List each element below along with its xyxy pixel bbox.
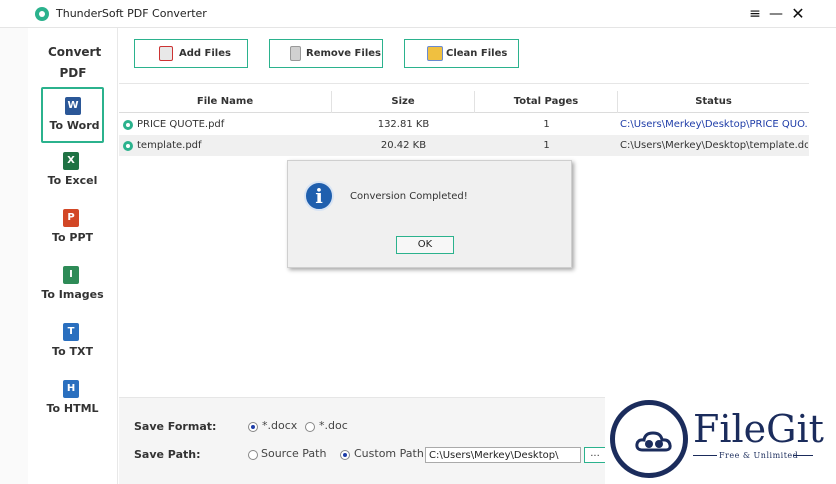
sidebar-item-label: To Word — [49, 119, 100, 132]
format-docx-label[interactable]: *.docx — [262, 419, 297, 432]
filegit-logo-icon — [610, 400, 688, 478]
table-header: File Name Size Total Pages Status — [119, 91, 809, 113]
add-files-button[interactable]: Add Files — [134, 39, 248, 68]
remove-files-button[interactable]: Remove Files — [269, 39, 383, 68]
tagline-rule-left — [693, 455, 717, 456]
sidebar-item-label: To PPT — [51, 231, 94, 244]
ppt-icon: P — [63, 209, 79, 227]
menu-icon[interactable]: ≡ — [745, 4, 765, 24]
cell-pages: 1 — [543, 140, 550, 151]
trash-icon — [290, 46, 301, 61]
filegit-watermark: FileGit Free & Unlimited — [605, 395, 836, 484]
cell-file-name: template.pdf — [137, 140, 202, 151]
column-header-size[interactable]: Size — [332, 91, 475, 113]
excel-icon: X — [63, 152, 79, 170]
sidebar-item-to-images[interactable]: I To Images — [41, 258, 104, 314]
toolbar: Add Files Remove Files Clean Files — [119, 28, 809, 84]
custom-path-radio[interactable] — [340, 450, 350, 460]
minimize-icon[interactable]: — — [766, 4, 786, 24]
app-title: ThunderSoft PDF Converter — [56, 7, 207, 20]
sidebar-item-to-html[interactable]: H To HTML — [41, 372, 104, 428]
file-status-icon — [123, 141, 133, 151]
save-path-input[interactable] — [425, 447, 581, 463]
format-doc-radio[interactable] — [305, 422, 315, 432]
word-icon: W — [65, 97, 81, 115]
html-icon: H — [63, 380, 79, 398]
remove-files-label: Remove Files — [306, 48, 381, 59]
cloud-icon — [635, 431, 672, 452]
sidebar-item-label: To Excel — [47, 174, 98, 187]
sidebar-item-to-word[interactable]: W To Word — [41, 87, 104, 143]
sidebar-item-label: To Images — [41, 288, 104, 301]
sidebar: Convert PDF W To Word X To Excel P To PP… — [28, 28, 118, 484]
title-bar: ThunderSoft PDF Converter ≡ — ✕ — [0, 0, 836, 28]
clean-icon — [427, 46, 443, 61]
cell-size: 132.81 KB — [377, 119, 430, 130]
filegit-brand: FileGit — [693, 407, 824, 451]
sidebar-item-to-excel[interactable]: X To Excel — [41, 144, 104, 200]
window-left-strip — [0, 28, 28, 484]
cell-file-name: PRICE QUOTE.pdf — [137, 119, 225, 130]
sidebar-heading: Convert PDF — [48, 45, 102, 80]
format-docx-radio[interactable] — [248, 422, 258, 432]
table-row[interactable]: template.pdf 20.42 KB 1 C:\Users\Merkey\… — [119, 135, 809, 156]
clean-files-button[interactable]: Clean Files — [404, 39, 519, 68]
cell-pages: 1 — [543, 119, 550, 130]
cell-status[interactable]: C:\Users\Merkey\Desktop\template.do... — [620, 135, 808, 156]
save-format-label: Save Format: — [134, 420, 217, 433]
txt-icon: T — [63, 323, 79, 341]
column-header-file-name[interactable]: File Name — [119, 91, 332, 113]
conversion-complete-dialog: i Conversion Completed! OK — [287, 160, 572, 268]
column-header-status[interactable]: Status — [618, 91, 809, 113]
sidebar-item-label: To HTML — [46, 402, 99, 415]
tagline-rule-right — [793, 455, 813, 456]
dialog-message: Conversion Completed! — [350, 191, 468, 202]
sidebar-item-to-ppt[interactable]: P To PPT — [41, 201, 104, 257]
images-icon: I — [63, 266, 79, 284]
clean-files-label: Clean Files — [446, 48, 508, 59]
filegit-tagline: Free & Unlimited — [719, 451, 799, 460]
sidebar-item-label: To TXT — [52, 345, 93, 358]
app-logo-icon — [35, 7, 49, 21]
cell-size: 20.42 KB — [380, 140, 427, 151]
file-status-icon — [123, 120, 133, 130]
save-path-label: Save Path: — [134, 448, 201, 461]
source-path-label[interactable]: Source Path — [261, 447, 326, 460]
custom-path-label[interactable]: Custom Path — [354, 447, 424, 460]
sidebar-item-to-txt[interactable]: T To TXT — [41, 315, 104, 371]
source-path-radio[interactable] — [248, 450, 258, 460]
info-icon: i — [304, 181, 334, 211]
ok-button[interactable]: OK — [396, 236, 454, 254]
format-doc-label[interactable]: *.doc — [319, 419, 348, 432]
cell-status[interactable]: C:\Users\Merkey\Desktop\PRICE QUO... — [620, 114, 808, 135]
browse-button[interactable]: ... — [584, 447, 606, 463]
column-header-total-pages[interactable]: Total Pages — [475, 91, 618, 113]
add-file-icon — [159, 46, 173, 61]
table-row[interactable]: PRICE QUOTE.pdf 132.81 KB 1 C:\Users\Mer… — [119, 114, 809, 135]
add-files-label: Add Files — [179, 48, 231, 59]
close-icon[interactable]: ✕ — [788, 4, 808, 24]
